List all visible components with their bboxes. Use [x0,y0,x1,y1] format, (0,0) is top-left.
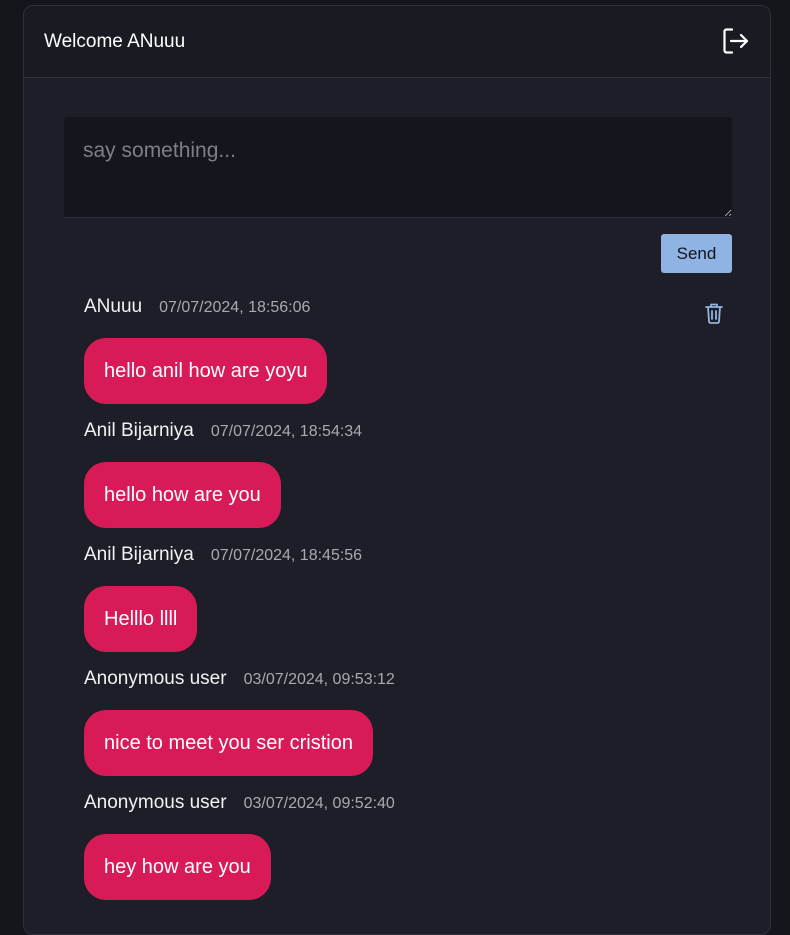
message-bubble: hey how are you [84,834,271,900]
message-timestamp: 07/07/2024, 18:56:06 [159,299,311,316]
message-timestamp: 03/07/2024, 09:52:40 [243,795,395,812]
message-meta: ANuuu 07/07/2024, 18:56:06 [84,296,724,322]
send-row: Send [64,218,732,278]
message-bubble: hello anil how are yoyu [84,338,328,404]
message-author: Anil Bijarniya [84,544,194,565]
send-button[interactable]: Send [661,234,732,273]
message-timestamp: 07/07/2024, 18:54:34 [210,423,363,440]
trash-icon [705,303,723,324]
message-author: Anonymous user [84,792,227,813]
welcome-title: Welcome ANuuu [44,31,186,52]
message-item: Anonymous user 03/07/2024, 09:53:12 nice… [84,668,724,792]
message-item: ANuuu 07/07/2024, 18:56:06 hello anil ho… [84,296,724,420]
chat-window: Welcome ANuuu Send ANuuu 07/07/2024, 18:… [23,5,771,935]
logout-icon [723,28,749,54]
header: Welcome ANuuu [24,6,770,78]
message-author: ANuuu [84,296,143,317]
message-author: Anonymous user [84,668,227,689]
message-meta: Anil Bijarniya 07/07/2024, 18:45:56 [84,544,724,570]
message-timestamp: 07/07/2024, 18:45:56 [210,547,363,564]
message-list: ANuuu 07/07/2024, 18:56:06 hello anil ho… [84,296,724,916]
message-bubble: Helllo llll [84,586,198,652]
message-meta: Anonymous user 03/07/2024, 09:52:40 [84,792,724,818]
message-timestamp: 03/07/2024, 09:53:12 [243,671,395,688]
logout-button[interactable] [720,26,750,56]
message-item: Anil Bijarniya 07/07/2024, 18:45:56 Hell… [84,544,724,668]
message-meta: Anil Bijarniya 07/07/2024, 18:54:34 [84,420,724,446]
message-author: Anil Bijarniya [84,420,194,441]
message-item: Anonymous user 03/07/2024, 09:52:40 hey … [84,792,724,916]
compose-area: Send [64,117,732,278]
message-meta: Anonymous user 03/07/2024, 09:53:12 [84,668,724,694]
message-input[interactable] [64,117,732,218]
delete-message-button[interactable] [704,302,724,324]
message-bubble: nice to meet you ser cristion [84,710,373,776]
message-item: Anil Bijarniya 07/07/2024, 18:54:34 hell… [84,420,724,544]
message-bubble: hello how are you [84,462,281,528]
